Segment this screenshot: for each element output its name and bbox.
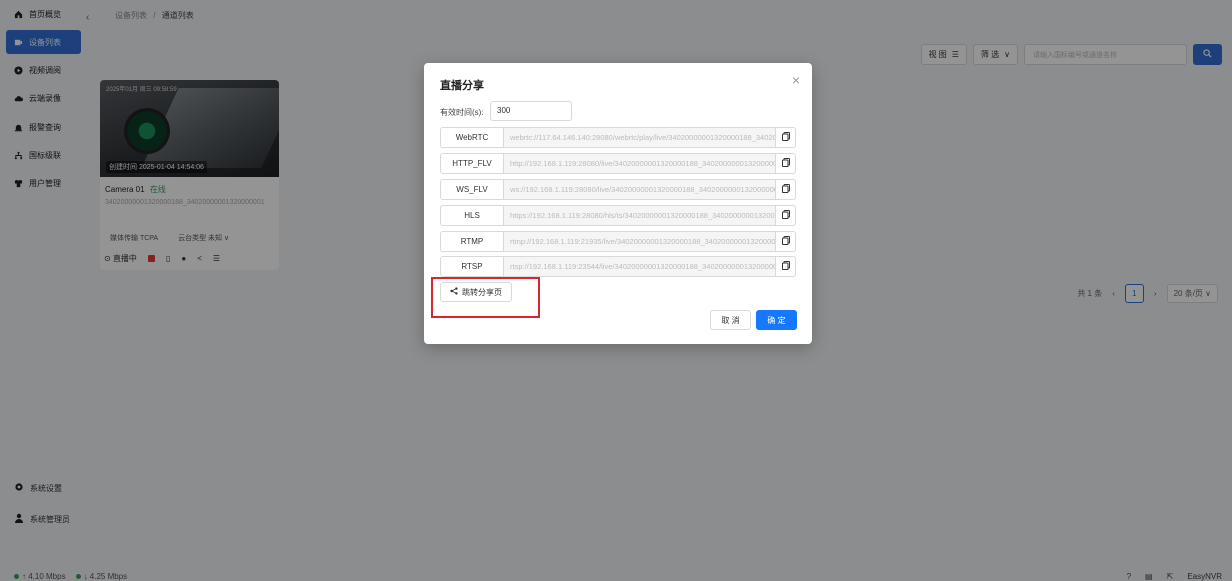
protocol-label: RTSP <box>440 256 504 277</box>
protocol-label: HTTP_FLV <box>440 153 504 174</box>
copy-icon <box>781 210 790 221</box>
close-icon[interactable]: × <box>792 72 800 88</box>
copy-icon <box>781 236 790 247</box>
jump-share-page-button[interactable]: 跳转分享页 <box>440 282 512 302</box>
stream-url-field[interactable]: https://192.168.1.119:28080/hls/ts/34020… <box>504 205 775 226</box>
stream-row-rtmp: RTMP rtmp://192.168.1.119:21935/live/340… <box>440 231 796 252</box>
copy-button[interactable] <box>775 205 796 226</box>
copy-button[interactable] <box>775 179 796 200</box>
duration-label: 有效时间(s): <box>440 108 484 117</box>
stream-row-ws-flv: WS_FLV ws://192.168.1.119:28080/live/340… <box>440 179 796 200</box>
stream-row-hls: HLS https://192.168.1.119:28080/hls/ts/3… <box>440 205 796 226</box>
protocol-label: WS_FLV <box>440 179 504 200</box>
stream-url-field[interactable]: rtsp://192.168.1.119:23544/live/34020000… <box>504 256 775 277</box>
protocol-label: HLS <box>440 205 504 226</box>
copy-icon <box>781 184 790 195</box>
stream-row-http-flv: HTTP_FLV http://192.168.1.119:28080/live… <box>440 153 796 174</box>
duration-input[interactable]: 300 <box>490 101 572 121</box>
share-modal: 直播分享 × 有效时间(s): 300 WebRTC webrtc://117.… <box>424 63 812 344</box>
protocol-label: RTMP <box>440 231 504 252</box>
copy-icon <box>781 158 790 169</box>
copy-icon <box>781 261 790 272</box>
copy-button[interactable] <box>775 153 796 174</box>
stream-url-field[interactable]: ws://192.168.1.119:28080/live/3402000000… <box>504 179 775 200</box>
jump-share-label: 跳转分享页 <box>462 287 502 297</box>
modal-title: 直播分享 <box>440 80 484 92</box>
protocol-label: WebRTC <box>440 127 504 148</box>
cancel-button[interactable]: 取 消 <box>710 310 751 330</box>
copy-button[interactable] <box>775 231 796 252</box>
stream-row-rtsp: RTSP rtsp://192.168.1.119:23544/live/340… <box>440 256 796 277</box>
stream-url-field[interactable]: webrtc://117.64.146.140:28080/webrtc/pla… <box>504 127 775 148</box>
stream-url-field[interactable]: rtmp://192.168.1.119:21935/live/34020000… <box>504 231 775 252</box>
copy-button[interactable] <box>775 256 796 277</box>
confirm-button[interactable]: 确 定 <box>756 310 797 330</box>
copy-icon <box>781 132 790 143</box>
stream-url-field[interactable]: http://192.168.1.119:28080/live/34020000… <box>504 153 775 174</box>
share-icon <box>450 287 458 297</box>
stream-row-webrtc: WebRTC webrtc://117.64.146.140:28080/web… <box>440 127 796 148</box>
copy-button[interactable] <box>775 127 796 148</box>
